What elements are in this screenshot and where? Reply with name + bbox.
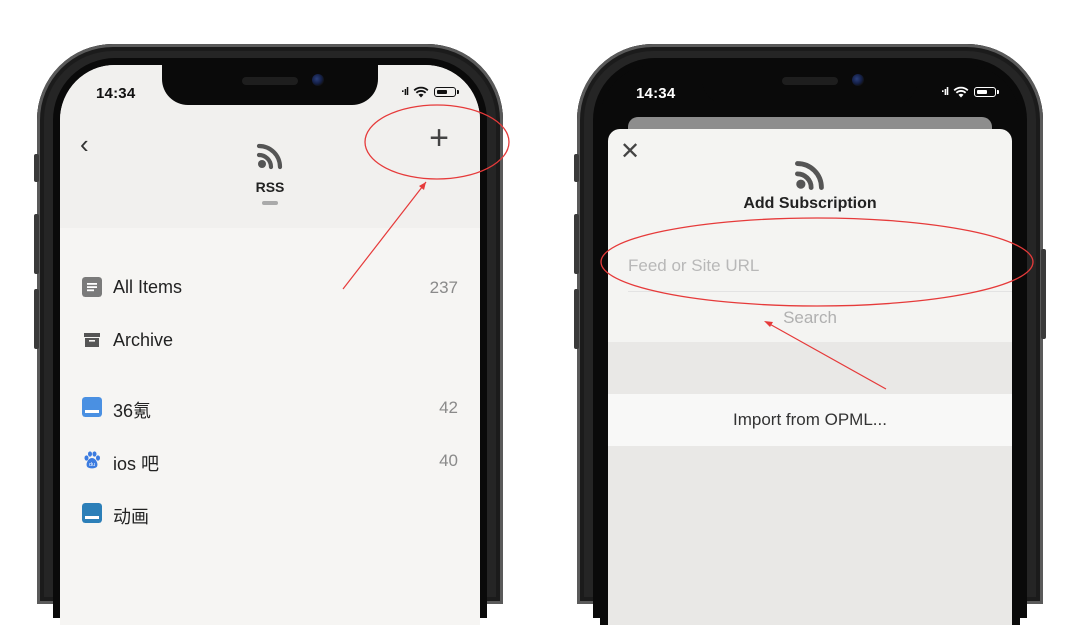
feed-url-input[interactable] — [618, 241, 1002, 291]
volume-down-button — [34, 289, 39, 349]
front-camera — [312, 74, 324, 86]
archive-icon — [84, 333, 100, 347]
unread-count: 42 — [439, 398, 458, 417]
feed-36kr-icon — [82, 397, 102, 417]
sheet-footer — [608, 446, 1012, 625]
search-button[interactable]: Search — [608, 308, 1012, 328]
list-item-label: Archive — [113, 330, 174, 350]
unread-count: 40 — [439, 451, 458, 470]
unread-count: 237 — [429, 278, 458, 297]
screen-add-subscription: 14:34 ·ıl ✕ Add Subscription Search Imp — [600, 65, 1020, 625]
baidu-paw-icon: du — [84, 451, 100, 469]
status-icons: ·ıl — [401, 86, 459, 98]
svg-text:du: du — [89, 462, 95, 468]
status-time: 14:34 — [96, 85, 136, 102]
list-item-36kr[interactable]: 36氪 42 — [60, 387, 480, 431]
front-camera — [852, 74, 864, 86]
side-button — [1041, 249, 1046, 339]
back-chevron-icon[interactable]: ‹ — [80, 129, 89, 160]
section-separator — [608, 342, 1012, 394]
wifi-icon — [413, 86, 429, 98]
notch — [702, 65, 918, 105]
volume-up-button — [34, 214, 39, 274]
speaker — [242, 77, 298, 85]
status-icons: ·ıl — [941, 86, 999, 98]
list-item-archive[interactable]: Archive — [60, 320, 480, 364]
page-title: RSS — [255, 179, 285, 195]
list-item-label: ios 吧 — [113, 454, 160, 474]
phone-left: 14:34 ·ıl ‹ + RSS All Items 237 Archive … — [34, 44, 503, 625]
wifi-icon — [953, 86, 969, 98]
list-item-label: 动画 — [113, 507, 149, 527]
import-opml-button[interactable]: Import from OPML... — [608, 394, 1012, 446]
pull-indicator — [262, 201, 278, 205]
add-feed-button[interactable]: + — [429, 121, 449, 155]
list-item-label: 36氪 — [113, 401, 152, 421]
close-icon[interactable]: ✕ — [620, 137, 640, 166]
signal-icon: ·ıl — [401, 86, 409, 98]
notch — [162, 65, 378, 105]
rss-icon — [256, 143, 283, 170]
list-item-ios-ba[interactable]: du ios 吧 40 — [60, 440, 480, 484]
speaker — [782, 77, 838, 85]
feed-donghua-icon — [82, 503, 102, 523]
status-time: 14:34 — [636, 85, 676, 102]
list-item-donghua[interactable]: 动画 — [60, 493, 480, 537]
silent-switch — [574, 154, 579, 182]
volume-up-button — [574, 214, 579, 274]
rss-icon — [795, 161, 824, 190]
screen-rss-feeds: 14:34 ·ıl ‹ + RSS All Items 237 Archive … — [60, 65, 480, 625]
signal-icon: ·ıl — [941, 86, 949, 98]
silent-switch — [34, 154, 39, 182]
list-item-all-items[interactable]: All Items 237 — [60, 267, 480, 311]
divider — [628, 291, 1012, 292]
battery-icon — [974, 87, 999, 97]
list-icon — [82, 277, 102, 297]
volume-down-button — [574, 289, 579, 349]
battery-icon — [434, 87, 459, 97]
list-item-label: All Items — [113, 277, 183, 297]
sheet-title: Add Subscription — [743, 195, 877, 212]
phone-right: 14:34 ·ıl ✕ Add Subscription Search Imp — [574, 44, 1046, 625]
add-subscription-sheet: ✕ Add Subscription Search Import from OP… — [608, 129, 1012, 625]
